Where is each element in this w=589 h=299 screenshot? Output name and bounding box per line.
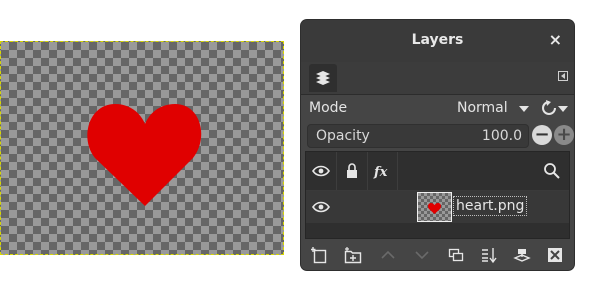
- column-lock[interactable]: [337, 152, 368, 190]
- mode-label: Mode: [309, 100, 348, 116]
- svg-text:fx: fx: [373, 165, 388, 180]
- fx-icon: fx: [373, 165, 388, 180]
- layer-list: fx heart.png: [305, 151, 570, 239]
- new-layer-button[interactable]: [311, 246, 329, 264]
- layer-visibility-toggle[interactable]: [306, 191, 336, 223]
- eye-icon: [312, 201, 330, 213]
- anchor-layer-icon: [513, 249, 531, 262]
- opacity-label: Opacity: [316, 128, 370, 144]
- duplicate-layer-icon: [448, 248, 464, 262]
- chevron-down-icon: [519, 106, 529, 112]
- dock-title: Layers: [411, 32, 464, 48]
- dock-tabstrip: [301, 62, 574, 95]
- opacity-decrease-button[interactable]: −: [532, 125, 552, 145]
- merge-down-button[interactable]: [480, 246, 498, 264]
- new-layer-icon: [311, 247, 327, 264]
- lower-layer-icon: [415, 251, 429, 260]
- layers-dock: Layers × Mode Normal Opacity 100.0 − + f…: [301, 20, 574, 270]
- close-icon[interactable]: ×: [549, 30, 562, 49]
- layer-thumbnail: [417, 192, 452, 222]
- column-visibility[interactable]: [306, 152, 337, 190]
- opacity-increase-button[interactable]: +: [554, 125, 574, 145]
- lower-layer-button[interactable]: [413, 246, 431, 264]
- anchor-layer-button[interactable]: [513, 246, 531, 264]
- mode-value: Normal: [457, 100, 508, 116]
- search-icon: [544, 163, 560, 179]
- dock-titlebar: Layers ×: [301, 20, 574, 63]
- raise-layer-button[interactable]: [379, 246, 397, 264]
- eye-icon: [312, 165, 330, 177]
- layer-toolbar: [301, 240, 574, 270]
- new-layer-group-icon: [344, 247, 362, 264]
- heart-icon: [87, 104, 202, 206]
- raise-layer-icon: [381, 250, 395, 259]
- opacity-field[interactable]: Opacity 100.0: [307, 124, 529, 148]
- reset-icon: [542, 100, 568, 115]
- layer-name[interactable]: heart.png: [453, 196, 528, 216]
- search-layers-button[interactable]: [543, 162, 561, 180]
- duplicate-layer-button[interactable]: [447, 246, 465, 264]
- layers-icon: [316, 71, 330, 85]
- mode-select[interactable]: Normal: [455, 96, 533, 120]
- column-effects[interactable]: fx: [368, 152, 398, 190]
- mode-row: Mode Normal: [305, 96, 570, 121]
- new-layer-group-button[interactable]: [344, 246, 362, 264]
- opacity-row: Opacity 100.0 − +: [305, 124, 574, 148]
- layer-list-header: fx: [306, 152, 569, 191]
- tab-layers[interactable]: [309, 64, 337, 92]
- mode-reset-button[interactable]: [535, 96, 569, 120]
- opacity-value: 100.0: [481, 128, 522, 144]
- tab-menu-icon[interactable]: [558, 71, 568, 81]
- image-canvas[interactable]: [0, 41, 284, 255]
- heart-icon: [427, 203, 442, 214]
- layer-row[interactable]: heart.png: [306, 191, 569, 223]
- merge-down-icon: [482, 248, 497, 264]
- lock-icon: [347, 163, 357, 178]
- delete-layer-button[interactable]: [546, 246, 564, 264]
- delete-layer-icon: [548, 248, 562, 262]
